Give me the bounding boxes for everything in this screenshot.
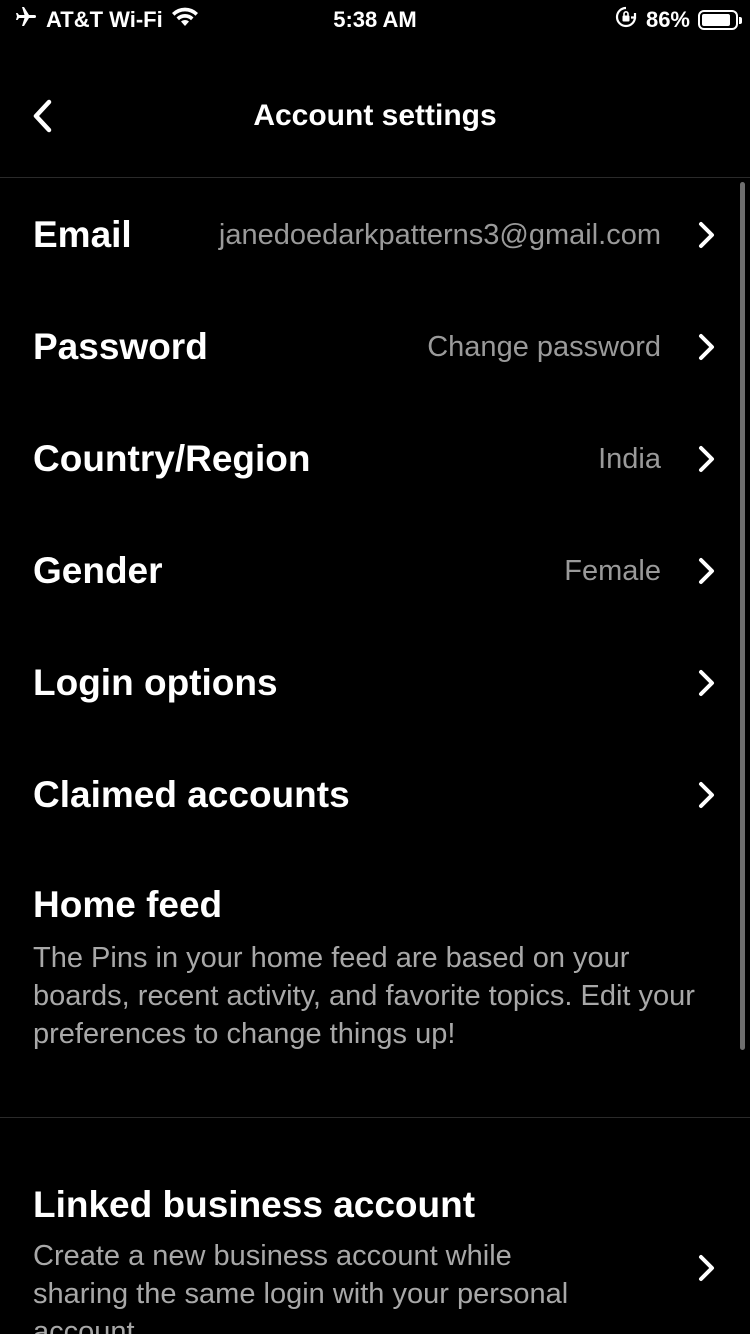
settings-row-claimed-accounts[interactable]: Claimed accounts [0, 739, 750, 851]
chevron-right-icon [694, 555, 718, 587]
battery-fill [702, 14, 730, 26]
home-feed-description: The Pins in your home feed are based on … [33, 942, 695, 1050]
nav-header: Account settings [0, 40, 750, 178]
row-value: India [598, 443, 661, 475]
scrollbar[interactable] [740, 182, 745, 1050]
battery-icon [698, 10, 742, 30]
chevron-right-icon [694, 779, 718, 811]
linked-business-section[interactable]: Linked business account Create a new bus… [0, 1150, 750, 1334]
chevron-right-icon [694, 1252, 718, 1284]
orientation-lock-icon [614, 5, 638, 35]
battery-percent: 86% [645, 7, 690, 32]
row-label: Claimed accounts [33, 774, 350, 815]
settings-row-password[interactable]: Password Change password [0, 291, 750, 403]
row-label: Password [33, 326, 208, 367]
row-label: Login options [33, 662, 278, 703]
page-title: Account settings [253, 99, 497, 132]
battery-cap [739, 17, 742, 24]
status-bar: AT&T Wi-Fi 5:38 AM 86% [0, 0, 750, 40]
chevron-right-icon [694, 443, 718, 475]
row-value: janedoedarkpatterns3@gmail.com [218, 219, 661, 251]
row-label: Country/Region [33, 438, 311, 479]
chevron-right-icon [694, 667, 718, 699]
section-divider [0, 1117, 750, 1118]
settings-row-login-options[interactable]: Login options [0, 627, 750, 739]
chevron-right-icon [694, 219, 718, 251]
linked-business-description: Create a new business account while shar… [33, 1240, 569, 1334]
row-value: Female [564, 555, 661, 587]
chevron-right-icon [694, 331, 718, 363]
status-right: 86% [614, 5, 742, 35]
settings-row-country-region[interactable]: Country/Region India [0, 403, 750, 515]
home-feed-title: Home feed [33, 884, 223, 925]
home-feed-section[interactable]: Home feed The Pins in your home feed are… [0, 860, 750, 1110]
row-value: Change password [427, 331, 661, 363]
settings-row-gender[interactable]: Gender Female [0, 515, 750, 627]
row-label: Gender [33, 550, 163, 591]
row-label: Email [33, 214, 132, 255]
linked-business-title: Linked business account [33, 1184, 476, 1225]
settings-row-email[interactable]: Email janedoedarkpatterns3@gmail.com [0, 179, 750, 291]
